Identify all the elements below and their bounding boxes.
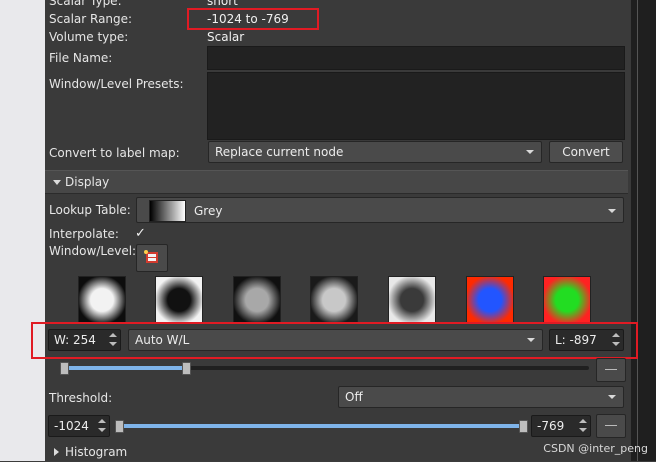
left-background-strip: [0, 0, 45, 461]
threshold-slider-fill: [121, 424, 521, 428]
preset-ct-bone-thumb[interactable]: [78, 276, 126, 324]
threshold-min-value: -1024: [54, 419, 89, 433]
chevron-down-icon: [608, 395, 616, 399]
chevron-down-icon: [608, 209, 616, 213]
convert-button[interactable]: Convert: [549, 141, 623, 163]
lookup-table-value: Grey: [194, 204, 223, 218]
window-spinbox[interactable]: W: 254: [48, 329, 121, 351]
grey-gradient-swatch: [149, 200, 186, 222]
file-name-label: File Name:: [49, 51, 113, 65]
presets-label: Window/Level Presets:: [49, 77, 184, 91]
level-spinbox[interactable]: L: -897: [549, 329, 624, 351]
window-level-mode-value: Auto W/L: [135, 333, 190, 347]
window-level-tool-icon: [144, 250, 158, 263]
lookup-table-select[interactable]: Grey: [136, 197, 624, 223]
preset-ct-lung-thumb[interactable]: [388, 276, 436, 324]
chevron-down-icon: [526, 150, 534, 154]
threshold-mode-select[interactable]: Off: [338, 386, 624, 408]
convert-label: Convert to label map:: [49, 146, 180, 160]
spin-arrows-icon[interactable]: [612, 333, 620, 347]
window-level-label: Window/Level:: [49, 244, 137, 258]
threshold-options-button[interactable]: [596, 414, 626, 438]
volume-type-value: Scalar: [207, 30, 245, 44]
threshold-max-spinbox[interactable]: -769: [531, 415, 591, 437]
pane-splitter[interactable]: [637, 0, 638, 461]
display-section-header[interactable]: Display: [45, 170, 628, 194]
spin-arrows-icon[interactable]: [98, 419, 106, 433]
lookup-table-label: Lookup Table:: [49, 203, 131, 217]
right-side-pane: [631, 0, 656, 461]
threshold-slider-min-handle[interactable]: [115, 420, 124, 433]
window-value: W: 254: [54, 333, 96, 347]
scalar-type-value: short: [207, 0, 238, 8]
threshold-label: Threshold:: [49, 391, 113, 405]
preset-ct-brain-thumb[interactable]: [233, 276, 281, 324]
chevron-down-icon: [527, 338, 535, 342]
slider-options-button[interactable]: [596, 358, 626, 382]
presets-text-area[interactable]: [207, 72, 625, 140]
interpolate-label: Interpolate:: [49, 227, 119, 241]
window-level-tool-button[interactable]: [136, 244, 168, 272]
scalar-range-value: -1024 to -769: [207, 12, 289, 26]
window-level-slider-min-handle[interactable]: [60, 362, 69, 375]
histogram-section-title: Histogram: [65, 445, 128, 459]
interpolate-checkbox[interactable]: ✓: [135, 226, 146, 241]
convert-mode-select[interactable]: Replace current node: [208, 141, 542, 163]
preset-dti-thumb[interactable]: [543, 276, 591, 324]
display-section-title: Display: [65, 175, 110, 189]
preset-ct-abdomen-thumb[interactable]: [310, 276, 358, 324]
dash-icon: [605, 425, 617, 426]
convert-mode-value: Replace current node: [215, 145, 344, 159]
window-level-mode-select[interactable]: Auto W/L: [128, 329, 543, 351]
threshold-min-spinbox[interactable]: -1024: [48, 415, 110, 437]
preset-pet-thumb[interactable]: [466, 276, 514, 324]
window-level-slider-max-handle[interactable]: [182, 362, 191, 375]
collapse-triangle-icon: [53, 180, 61, 185]
file-name-field[interactable]: [207, 46, 625, 70]
threshold-max-value: -769: [537, 419, 565, 433]
level-value: L: -897: [555, 333, 597, 347]
dash-icon: [605, 369, 617, 370]
volume-type-label: Volume type:: [49, 30, 129, 44]
spin-arrows-icon[interactable]: [579, 419, 587, 433]
threshold-slider-max-handle[interactable]: [519, 420, 528, 433]
spin-arrows-icon[interactable]: [109, 333, 117, 347]
window-level-slider-fill: [65, 366, 185, 370]
watermark-text: CSDN @inter_peng: [543, 442, 648, 455]
histogram-section-header[interactable]: Histogram: [45, 442, 628, 462]
volume-properties-panel: Scalar Type: short Scalar Range: -1024 t…: [31, 0, 638, 462]
scalar-range-label: Scalar Range:: [49, 12, 133, 26]
preset-ct-air-thumb[interactable]: [155, 276, 203, 324]
scalar-type-label: Scalar Type:: [49, 0, 122, 8]
threshold-mode-value: Off: [345, 390, 363, 404]
expand-triangle-icon: [54, 448, 59, 456]
